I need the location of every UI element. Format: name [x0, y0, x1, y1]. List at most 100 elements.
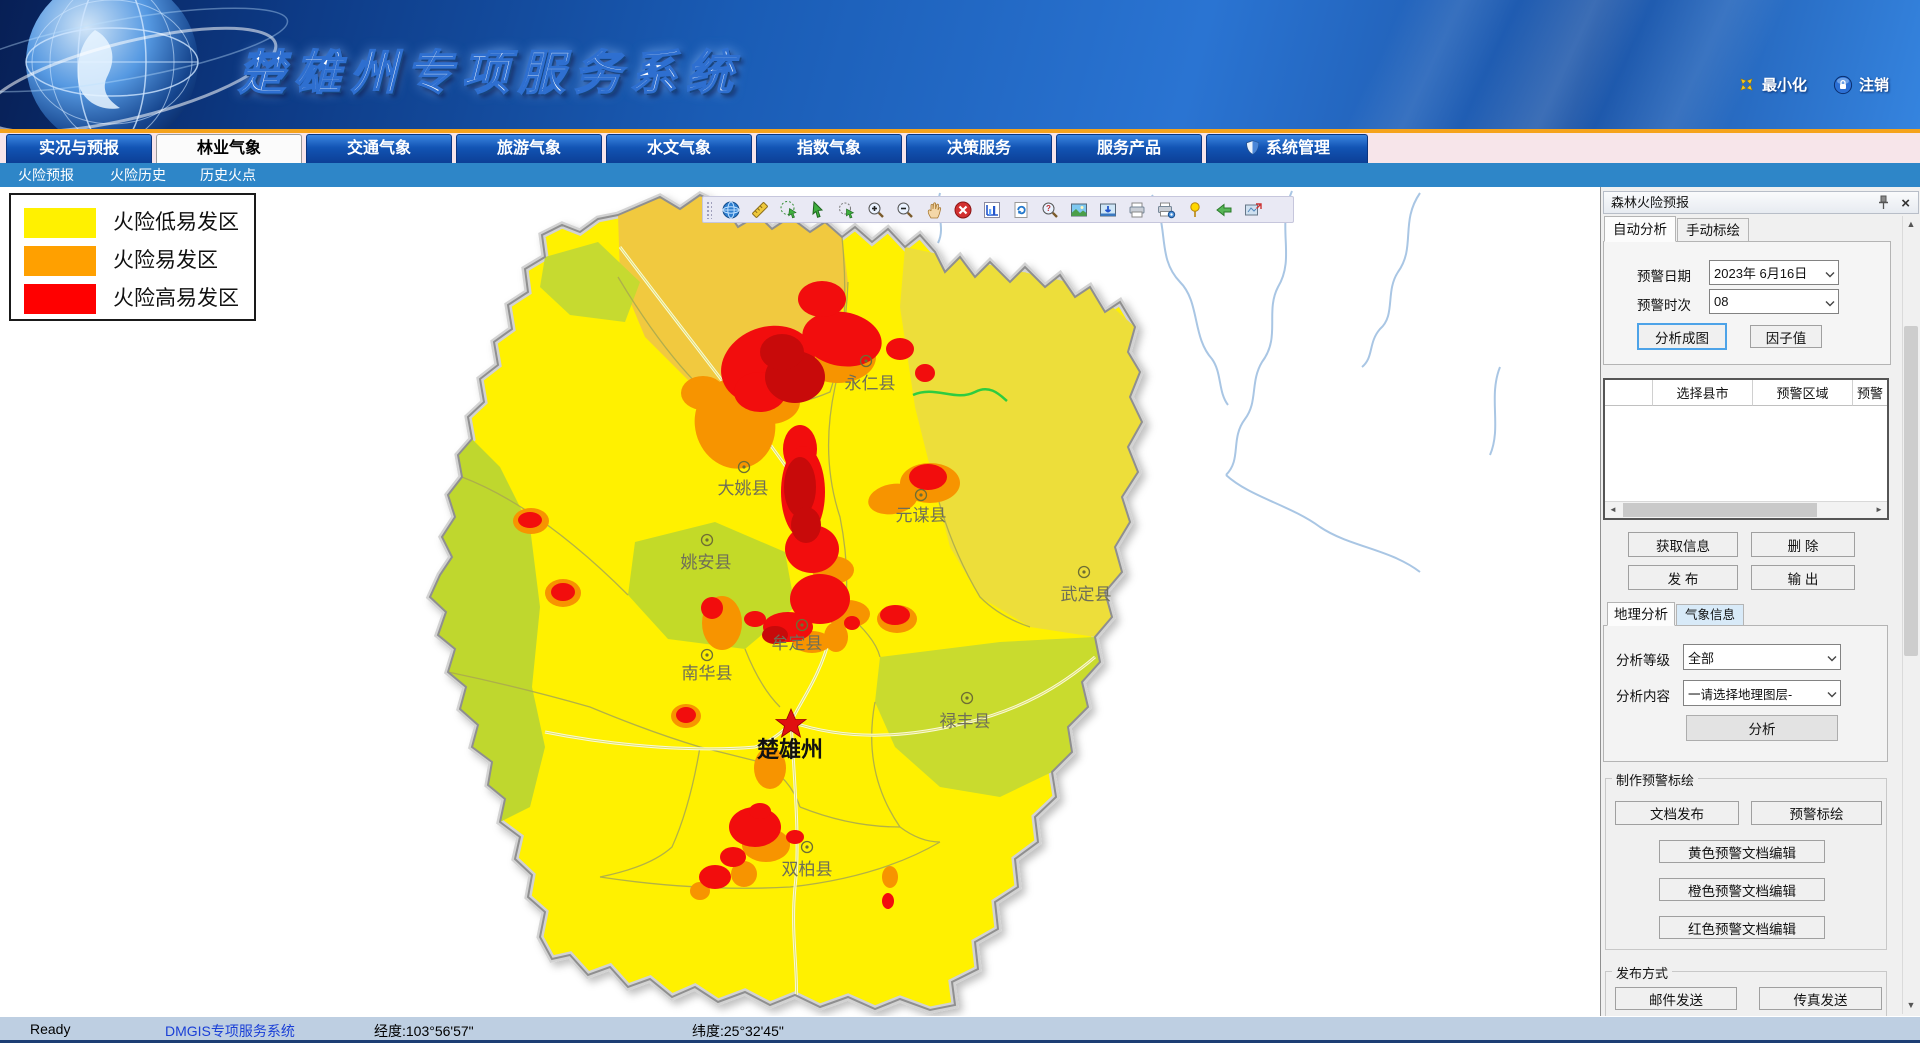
yellow-doc-button[interactable]: 黄色预警文档编辑 — [1659, 840, 1825, 863]
tab-weather-info[interactable]: 气象信息 — [1676, 604, 1744, 626]
panel-scrollbar[interactable]: ▲ ▼ — [1902, 216, 1919, 1014]
content-select[interactable]: 一请选择地理图层- — [1683, 680, 1841, 706]
header-banner: 楚雄州专项服务系统 最小化 注销 — [0, 0, 1920, 129]
svg-text:姚安县: 姚安县 — [681, 553, 732, 572]
pin-marker-icon[interactable] — [1180, 198, 1209, 221]
clear-icon[interactable] — [948, 198, 977, 221]
status-ready: Ready — [30, 1021, 70, 1037]
pin-icon[interactable] — [1877, 195, 1890, 216]
close-icon[interactable]: × — [1901, 193, 1910, 214]
app-title: 楚雄州专项服务系统 — [238, 34, 742, 103]
map-export-icon[interactable] — [1238, 198, 1267, 221]
warn-date-select[interactable]: 2023年 6月16日 — [1709, 260, 1839, 285]
doc-publish-button[interactable]: 文档发布 — [1615, 801, 1739, 825]
map-toolbar: ? — [702, 196, 1294, 223]
save-image-icon[interactable] — [1093, 198, 1122, 221]
refresh-icon[interactable] — [1006, 198, 1035, 221]
header-decoration — [1020, 0, 1920, 129]
tab-geo-analysis[interactable]: 地理分析 — [1607, 602, 1675, 626]
print-icon[interactable] — [1122, 198, 1151, 221]
publish-button[interactable]: 发 布 — [1628, 565, 1738, 590]
svg-text:大姚县: 大姚县 — [718, 479, 769, 498]
tab-forestry-weather[interactable]: 林业气象 — [156, 134, 302, 163]
measure-icon[interactable] — [745, 198, 774, 221]
tab-system-management[interactable]: 系统管理 — [1206, 134, 1368, 163]
toolbar-grip[interactable] — [706, 201, 712, 219]
tab-realtime-forecast[interactable]: 实况与预报 — [6, 134, 152, 163]
svg-text:?: ? — [1046, 204, 1051, 213]
subnav-history-firepoints[interactable]: 历史火点 — [200, 163, 256, 187]
globe-icon[interactable] — [716, 198, 745, 221]
subnav-fire-forecast[interactable]: 火险预报 — [18, 163, 74, 187]
pointer-icon[interactable] — [803, 198, 832, 221]
subnav-fire-history[interactable]: 火险历史 — [110, 163, 166, 187]
export-button[interactable]: 输 出 — [1751, 565, 1855, 590]
minimize-icon — [1737, 75, 1756, 94]
scroll-thumb[interactable] — [1904, 326, 1918, 656]
svg-text:元谋县: 元谋县 — [896, 506, 947, 525]
send-group-label: 发布方式 — [1612, 963, 1672, 982]
tab-index-weather[interactable]: 指数气象 — [756, 134, 902, 163]
delete-button[interactable]: 删 除 — [1751, 532, 1855, 557]
minimize-button[interactable]: 最小化 — [1737, 74, 1807, 95]
shield-icon — [1244, 138, 1261, 166]
warn-plot-button[interactable]: 预警标绘 — [1751, 801, 1882, 825]
logout-button[interactable]: 注销 — [1833, 74, 1889, 95]
select-region-icon[interactable] — [774, 198, 803, 221]
status-latitude: 纬度:25°32'45" — [692, 1021, 784, 1041]
scroll-left-icon[interactable]: ◄ — [1605, 502, 1621, 518]
tab-auto-analysis[interactable]: 自动分析 — [1604, 216, 1676, 242]
table-header-county: 选择县市 — [1653, 380, 1753, 406]
svg-text:禄丰县: 禄丰县 — [940, 712, 991, 731]
chevron-down-icon — [1827, 686, 1837, 701]
zoom-out-icon[interactable] — [890, 198, 919, 221]
capital-label: 楚雄州 — [757, 737, 823, 762]
print-setup-icon[interactable] — [1151, 198, 1180, 221]
scroll-down-icon[interactable]: ▼ — [1903, 997, 1919, 1014]
back-icon[interactable] — [1209, 198, 1238, 221]
orange-doc-button[interactable]: 橙色预警文档编辑 — [1659, 878, 1825, 901]
warn-date-label: 预警日期 — [1637, 265, 1691, 285]
warning-table[interactable]: 选择县市 预警区域 预警 ◄ ► — [1603, 378, 1889, 520]
analyze-button[interactable]: 分析 — [1686, 715, 1838, 741]
legend-label-high: 火险高易发区 — [113, 284, 253, 314]
main-tabbar: 实况与预报 林业气象 交通气象 旅游气象 水文气象 指数气象 决策服务 服务产品… — [0, 133, 1920, 163]
table-header-warning: 预警 — [1853, 380, 1887, 406]
tab-tourism-weather[interactable]: 旅游气象 — [456, 134, 602, 163]
red-doc-button[interactable]: 红色预警文档编辑 — [1659, 916, 1825, 939]
hscroll-thumb[interactable] — [1623, 503, 1817, 517]
warn-time-select[interactable]: 08 — [1709, 289, 1839, 314]
scroll-up-icon[interactable]: ▲ — [1903, 216, 1919, 233]
svg-text:武定县: 武定县 — [1061, 585, 1112, 604]
warn-time-label: 预警时次 — [1637, 294, 1691, 314]
mail-send-button[interactable]: 邮件发送 — [1615, 987, 1737, 1010]
pan-icon[interactable] — [919, 198, 948, 221]
scroll-right-icon[interactable]: ► — [1871, 502, 1887, 518]
svg-text:双柏县: 双柏县 — [782, 860, 833, 879]
forest-fire-panel: 森林火险预报 × ▲ ▼ 自动分析 手动标绘 预警日期 2023年 6月16日 … — [1600, 187, 1920, 1016]
tab-manual-plot[interactable]: 手动标绘 — [1677, 218, 1749, 242]
tab-decision-service[interactable]: 决策服务 — [906, 134, 1052, 163]
tab-traffic-weather[interactable]: 交通气象 — [306, 134, 452, 163]
legend-label-medium: 火险易发区 — [113, 246, 253, 276]
tab-service-products[interactable]: 服务产品 — [1056, 134, 1202, 163]
legend-swatch-medium — [24, 246, 96, 276]
tab-hydrology-weather[interactable]: 水文气象 — [606, 134, 752, 163]
status-system-link[interactable]: DMGIS专项服务系统 — [165, 1021, 295, 1041]
level-select[interactable]: 全部 — [1683, 644, 1841, 670]
fax-send-button[interactable]: 传真发送 — [1759, 987, 1882, 1010]
table-header-select — [1605, 380, 1653, 406]
status-bar: Ready DMGIS专项服务系统 经度:103°56'57" 纬度:25°32… — [0, 1016, 1920, 1043]
image-icon[interactable] — [1064, 198, 1093, 221]
plot-group-label: 制作预警标绘 — [1612, 770, 1698, 789]
map-area: 永仁县 大姚县 元谋县 武定县 姚安县 南华县 牟定县 禄丰县 双柏县 楚雄州 … — [0, 187, 1600, 1016]
chevron-down-icon — [1827, 650, 1837, 665]
zoom-in-icon[interactable] — [861, 198, 890, 221]
select-circle-icon[interactable] — [832, 198, 861, 221]
chart-icon[interactable] — [977, 198, 1006, 221]
table-hscrollbar[interactable]: ◄ ► — [1605, 501, 1887, 518]
get-info-button[interactable]: 获取信息 — [1628, 532, 1738, 557]
factor-value-button[interactable]: 因子值 — [1750, 325, 1822, 348]
identify-icon[interactable]: ? — [1035, 198, 1064, 221]
analyze-map-button[interactable]: 分析成图 — [1637, 323, 1727, 350]
